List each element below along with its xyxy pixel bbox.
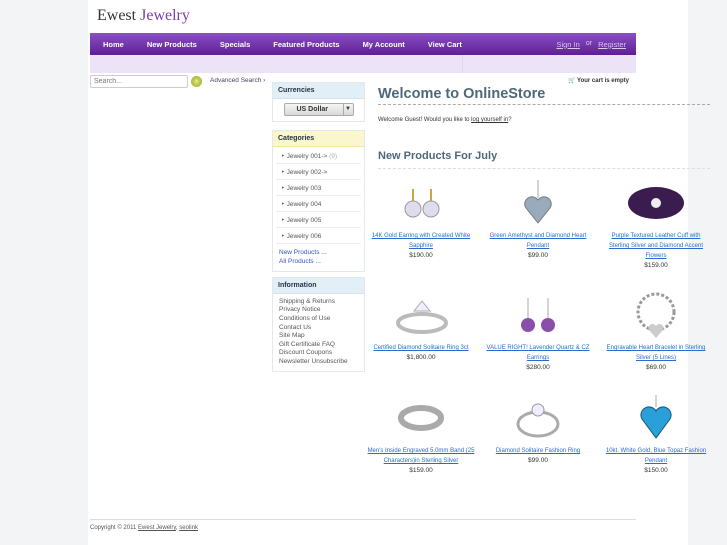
product-card: VALUE RIGHT! Lavender Quartz & CZ Earrin… bbox=[479, 290, 597, 371]
advanced-search-link[interactable]: Advanced Search › bbox=[210, 77, 265, 84]
product-image[interactable] bbox=[391, 393, 451, 443]
product-price: $1,800.00 bbox=[406, 354, 436, 361]
product-image[interactable] bbox=[626, 290, 686, 340]
product-card: Green Amethyst and Diamond Heart Pendant… bbox=[479, 178, 597, 259]
currencies-title: Currencies bbox=[273, 83, 364, 99]
product-name-link[interactable]: VALUE RIGHT! Lavender Quartz & CZ Earrin… bbox=[479, 343, 597, 363]
sign-in-link[interactable]: Sign In bbox=[556, 40, 579, 49]
product-image[interactable] bbox=[508, 178, 568, 228]
product-image[interactable] bbox=[626, 393, 686, 443]
product-card: Diamond Solitaire Fashion Ring $99.00 bbox=[479, 393, 597, 464]
category-item[interactable]: Jewelry 006 bbox=[276, 228, 361, 244]
search-go-button[interactable]: › bbox=[191, 76, 202, 87]
product-name-link[interactable]: 14K Gold Earring with Created White Sapp… bbox=[362, 231, 480, 251]
product-name-link[interactable]: Diamond Solitaire Fashion Ring bbox=[479, 446, 597, 456]
divider bbox=[378, 168, 710, 169]
register-link[interactable]: Register bbox=[598, 40, 626, 49]
category-item[interactable]: Jewelry 003 bbox=[276, 180, 361, 196]
footer-divider bbox=[90, 519, 636, 520]
product-price: $159.00 bbox=[409, 467, 433, 474]
product-price: $99.00 bbox=[528, 457, 548, 464]
nav-home[interactable]: Home bbox=[103, 40, 124, 49]
currency-select[interactable]: US Dollar ▼ bbox=[283, 103, 354, 116]
product-card: 14K Gold Earring with Created White Sapp… bbox=[362, 178, 480, 259]
nav-specials[interactable]: Specials bbox=[220, 40, 250, 49]
information-title: Information bbox=[273, 278, 364, 294]
dropdown-arrow-icon: ▼ bbox=[342, 104, 353, 115]
footer-link-seolink[interactable]: seolink bbox=[179, 525, 198, 531]
cart-status[interactable]: 🛒 Your cart is empty bbox=[568, 77, 629, 84]
all-products-link[interactable]: All Products ... bbox=[273, 257, 364, 266]
info-link-conditions[interactable]: Conditions of Use bbox=[273, 314, 364, 323]
info-link-privacy[interactable]: Privacy Notice bbox=[273, 306, 364, 315]
new-products-link[interactable]: New Products ... bbox=[273, 248, 364, 257]
category-item[interactable]: Jewelry 005 bbox=[276, 212, 361, 228]
nav-featured-products[interactable]: Featured Products bbox=[273, 40, 339, 49]
category-item[interactable]: Jewelry 004 bbox=[276, 196, 361, 212]
product-price: $190.00 bbox=[409, 252, 433, 259]
product-image[interactable] bbox=[391, 290, 451, 340]
logo[interactable]: Ewest Jewelry bbox=[97, 7, 190, 25]
nav-new-products[interactable]: New Products bbox=[147, 40, 197, 49]
product-price: $280.00 bbox=[526, 364, 550, 371]
product-name-link[interactable]: Engravable Heart Bracelet in Sterling Si… bbox=[597, 343, 715, 363]
information-box: Information Shipping & Returns Privacy N… bbox=[272, 277, 365, 372]
or-text: or bbox=[585, 39, 593, 47]
product-name-link[interactable]: Purple Textured Leather Cuff with Sterli… bbox=[597, 231, 715, 261]
product-card: Certified Diamond Solitaire Ring 3ct $1,8… bbox=[362, 290, 480, 361]
page-title: Welcome to OnlineStore bbox=[378, 86, 546, 102]
product-name-link[interactable]: Men's Inside Engraved 5.0mm Band (25 Cha… bbox=[362, 446, 480, 466]
categories-title: Categories bbox=[273, 131, 364, 147]
account-links: Sign In or Register bbox=[556, 40, 636, 49]
product-name-link[interactable]: Green Amethyst and Diamond Heart Pendant bbox=[479, 231, 597, 251]
product-price: $69.00 bbox=[646, 364, 666, 371]
product-image[interactable] bbox=[626, 178, 686, 228]
product-card: 10kt. White Gold, Blue Topaz Fashion Pen… bbox=[597, 393, 715, 474]
cart-icon: 🛒 bbox=[568, 78, 576, 84]
sub-nav-strip bbox=[90, 55, 636, 73]
nav-my-account[interactable]: My Account bbox=[363, 40, 405, 49]
info-link-sitemap[interactable]: Site Map bbox=[273, 331, 364, 340]
nav-view-cart[interactable]: View Cart bbox=[428, 40, 462, 49]
product-image[interactable] bbox=[508, 290, 568, 340]
search-input[interactable] bbox=[90, 75, 188, 88]
product-image[interactable] bbox=[508, 393, 568, 443]
category-item[interactable]: Jewelry 001-> (9) bbox=[276, 148, 361, 164]
info-link-coupons[interactable]: Discount Coupons bbox=[273, 349, 364, 358]
category-item[interactable]: Jewelry 002-> bbox=[276, 164, 361, 180]
info-link-gift-faq[interactable]: Gift Certificate FAQ bbox=[273, 340, 364, 349]
product-price: $150.00 bbox=[644, 467, 668, 474]
divider bbox=[378, 104, 710, 105]
footer-link-ewest[interactable]: Ewest Jewelry bbox=[138, 525, 176, 531]
footer: Copyright © 2011 Ewest Jewelry, seolink bbox=[90, 525, 198, 531]
welcome-text: Welcome Guest! Would you like to log you… bbox=[378, 117, 512, 123]
info-link-contact[interactable]: Contact Us bbox=[273, 323, 364, 332]
main-nav: Home New Products Specials Featured Prod… bbox=[90, 33, 636, 55]
product-price: $99.00 bbox=[528, 252, 548, 259]
info-link-shipping[interactable]: Shipping & Returns bbox=[273, 297, 364, 306]
login-link[interactable]: log yourself in bbox=[471, 117, 508, 123]
product-name-link[interactable]: Certified Diamond Solitaire Ring 3ct bbox=[362, 343, 480, 353]
product-image[interactable] bbox=[391, 178, 451, 228]
product-price: $159.00 bbox=[644, 262, 668, 269]
info-link-unsubscribe[interactable]: Newsletter Unsubscribe bbox=[273, 357, 364, 366]
product-card: Men's Inside Engraved 5.0mm Band (25 Cha… bbox=[362, 393, 480, 474]
currencies-box: Currencies US Dollar ▼ bbox=[272, 82, 365, 122]
new-products-title: New Products For July bbox=[378, 150, 498, 162]
categories-box: Categories Jewelry 001-> (9) Jewelry 002… bbox=[272, 130, 365, 272]
product-name-link[interactable]: 10kt. White Gold, Blue Topaz Fashion Pen… bbox=[597, 446, 715, 466]
product-card: Engravable Heart Bracelet in Sterling Si… bbox=[597, 290, 715, 371]
product-card: Purple Textured Leather Cuff with Sterli… bbox=[597, 178, 715, 269]
